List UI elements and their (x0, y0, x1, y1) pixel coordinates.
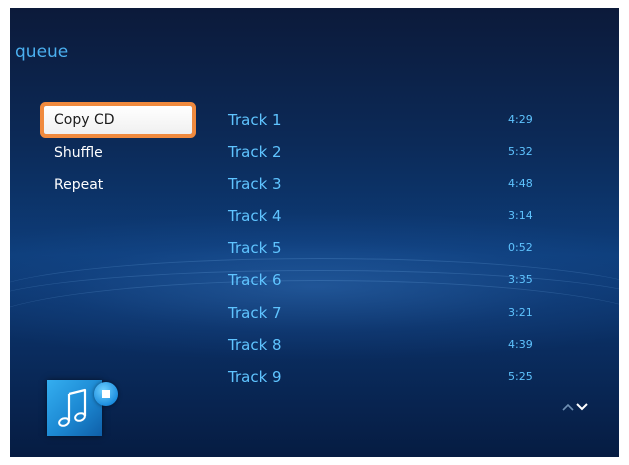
track-duration: 0:52 (508, 241, 533, 254)
track-duration: 3:35 (508, 273, 533, 286)
stop-icon (102, 390, 110, 398)
track-duration: 4:39 (508, 338, 533, 351)
scroll-arrows (562, 402, 588, 412)
track-name[interactable]: Track 1 (228, 107, 282, 133)
track-name[interactable]: Track 6 (228, 267, 282, 293)
album-art[interactable] (47, 380, 102, 436)
track-name[interactable]: Track 2 (228, 139, 282, 165)
chevron-down-icon[interactable] (576, 402, 588, 412)
track-name[interactable]: Track 4 (228, 203, 282, 229)
track-duration: 3:21 (508, 306, 533, 319)
media-center-screen: queue Copy CD Shuffle Repeat Track 1 Tra… (10, 8, 619, 457)
track-name[interactable]: Track 3 (228, 171, 282, 197)
music-note-icon (58, 388, 87, 427)
track-name[interactable]: Track 9 (228, 364, 282, 390)
track-duration: 4:48 (508, 177, 533, 190)
page-title: queue (15, 42, 69, 62)
track-name[interactable]: Track 8 (228, 332, 282, 358)
shuffle-button[interactable]: Shuffle (44, 139, 192, 167)
repeat-button[interactable]: Repeat (44, 171, 192, 199)
track-duration: 4:29 (508, 113, 533, 126)
track-duration: 3:14 (508, 209, 533, 222)
copy-cd-button[interactable]: Copy CD (44, 106, 192, 134)
chevron-up-icon[interactable] (562, 402, 574, 412)
stop-button[interactable] (94, 382, 118, 406)
track-name[interactable]: Track 7 (228, 300, 282, 326)
track-duration: 5:25 (508, 370, 533, 383)
track-duration: 5:32 (508, 145, 533, 158)
track-name[interactable]: Track 5 (228, 235, 282, 261)
